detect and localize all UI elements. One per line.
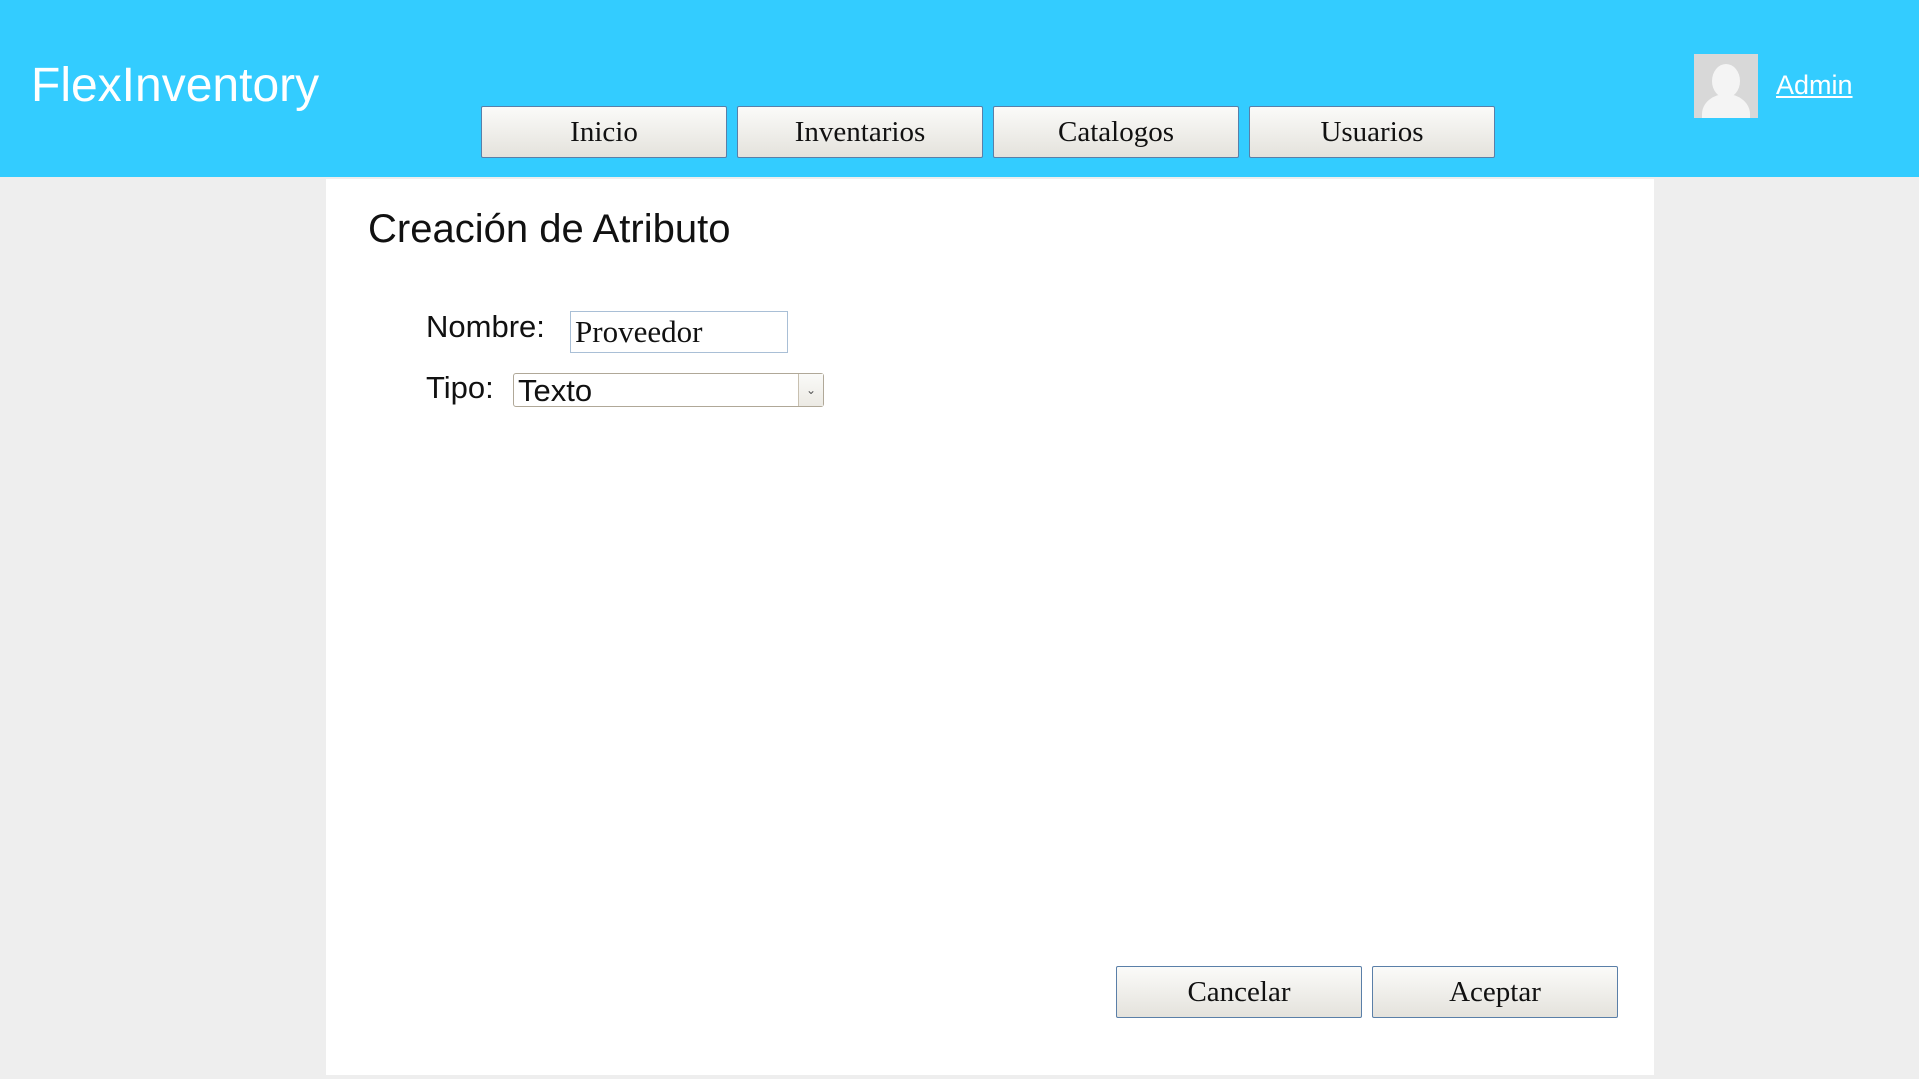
nombre-label: Nombre: (426, 309, 545, 344)
tipo-label: Tipo: (426, 370, 494, 405)
main-content: Creación de Atributo Nombre: Tipo: Texto… (326, 179, 1654, 1075)
page-title: Creación de Atributo (368, 207, 731, 251)
nav-inicio-button[interactable]: Inicio (481, 106, 727, 158)
admin-user-link[interactable]: Admin (1776, 70, 1853, 101)
tipo-select[interactable]: Texto ⌄ (513, 373, 824, 408)
chevron-down-icon[interactable]: ⌄ (798, 374, 823, 406)
tipo-selected-value: Texto (518, 373, 593, 408)
nav-usuarios-button[interactable]: Usuarios (1249, 106, 1495, 158)
accept-button[interactable]: Aceptar (1372, 966, 1618, 1018)
header: FlexInventory Inicio Inventarios Catalog… (0, 0, 1919, 177)
nav-catalogos-button[interactable]: Catalogos (993, 106, 1239, 158)
app-title: FlexInventory (31, 59, 320, 112)
nav-inventarios-button[interactable]: Inventarios (737, 106, 983, 158)
user-avatar-icon[interactable] (1694, 54, 1758, 118)
cancel-button[interactable]: Cancelar (1116, 966, 1362, 1018)
nombre-input[interactable] (570, 311, 788, 353)
